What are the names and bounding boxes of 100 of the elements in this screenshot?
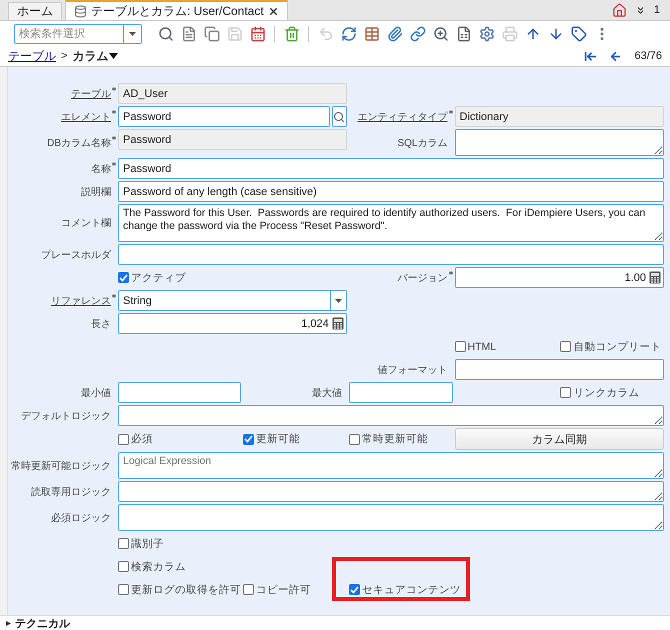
document-icon[interactable]	[180, 26, 196, 42]
checkbox[interactable]	[454, 341, 466, 352]
text-area[interactable]	[118, 481, 664, 502]
text-area[interactable]: The Password for this User. Passwords are required to identify authorized users. For iDempiere Users, you can change the password via the Process "Reset Password".	[118, 204, 664, 242]
search-button[interactable]	[332, 106, 347, 127]
checkbox-label[interactable]: セキュアコンテンツ	[362, 582, 461, 596]
field-label: DBカラム名称	[8, 136, 116, 150]
checkbox[interactable]	[243, 434, 254, 444]
checkbox-label[interactable]: 更新可能	[256, 432, 300, 446]
input-field[interactable]: Password	[118, 158, 664, 179]
input-field[interactable]: Password	[118, 106, 330, 127]
field-label[interactable]: リファレンス	[8, 294, 116, 308]
text-area[interactable]	[454, 129, 664, 156]
field-label: プレースホルダ	[40, 248, 112, 262]
number-value: 1.00	[624, 272, 647, 284]
checkbox[interactable]	[348, 434, 360, 444]
checkbox-label[interactable]: コピー許可	[256, 582, 311, 596]
report-icon[interactable]	[456, 26, 472, 42]
number-field[interactable]: 1.00	[454, 267, 664, 288]
field-label[interactable]: テーブル	[8, 86, 116, 100]
record-counter: 63/76	[634, 50, 662, 62]
zoom-icon[interactable]	[432, 26, 448, 42]
calculator-icon[interactable]	[332, 317, 344, 330]
text-area[interactable]	[118, 405, 664, 426]
field-label: 読取専用ロジック	[30, 486, 112, 498]
search-combobox[interactable]: 検索条件選択	[14, 24, 142, 44]
link-icon[interactable]	[410, 26, 426, 42]
breadcrumb-current[interactable]: カラム	[72, 48, 118, 64]
checkbox[interactable]	[560, 387, 572, 398]
checkbox[interactable]	[348, 584, 360, 595]
field-label: 常時更新可能ロジック	[10, 460, 112, 472]
field-label: 必須ロジック	[50, 512, 112, 524]
expand-icon[interactable]	[6, 620, 11, 626]
checkbox-label[interactable]: HTML	[468, 340, 496, 352]
checkbox-label[interactable]: 自動コンプリート	[573, 340, 662, 354]
checkbox[interactable]	[118, 538, 129, 549]
checkbox[interactable]	[243, 584, 254, 595]
first-record-icon[interactable]	[584, 50, 598, 62]
checkbox[interactable]	[118, 561, 129, 572]
checkbox-label[interactable]: 識別子	[131, 536, 164, 550]
number-value: 1,024	[300, 318, 330, 330]
settings-icon[interactable]	[478, 26, 494, 42]
checkbox-label[interactable]: 検索カラム	[131, 560, 186, 574]
table-icon[interactable]	[364, 26, 380, 42]
checkbox-label[interactable]: 常時更新可能	[362, 432, 428, 446]
checkbox-label[interactable]: 更新ログの取得を許可	[131, 582, 241, 596]
checkbox-label[interactable]: アクティブ	[131, 270, 186, 284]
select-field[interactable]: String	[118, 290, 347, 311]
input-field[interactable]	[118, 382, 241, 403]
tab[interactable]: テーブルとカラム: User/Contact	[65, 0, 288, 20]
required-icon	[112, 294, 116, 298]
arrow-left-icon[interactable]	[609, 50, 622, 62]
input-field[interactable]: Password	[118, 129, 347, 150]
field-label[interactable]: エンティティタイプ	[348, 110, 452, 124]
copy-icon[interactable]	[204, 26, 220, 42]
close-icon[interactable]	[268, 6, 279, 16]
field-label: 名称	[8, 162, 116, 176]
placeholder-text: 検索条件選択	[18, 26, 86, 41]
checkbox[interactable]	[560, 341, 572, 352]
caret-icon[interactable]	[334, 298, 342, 302]
chevrons-down-icon[interactable]	[634, 4, 646, 16]
input-field[interactable]: AD_User	[118, 83, 347, 104]
caret-icon[interactable]	[109, 53, 118, 59]
calculator-icon[interactable]	[649, 271, 661, 284]
input-field[interactable]	[118, 244, 664, 265]
sync-button[interactable]: カラム同期	[454, 428, 664, 450]
input-field[interactable]	[348, 382, 452, 403]
checkbox[interactable]	[118, 434, 129, 444]
field-label: SQLカラム	[396, 136, 448, 150]
tag-icon[interactable]	[570, 26, 586, 42]
checkbox-label[interactable]: 必須	[131, 432, 153, 446]
checkbox[interactable]	[118, 584, 129, 595]
field-label[interactable]: エレメント	[8, 110, 116, 124]
input-field[interactable]	[454, 359, 664, 380]
breadcrumb-link[interactable]: テーブル	[8, 48, 56, 64]
tab[interactable]: ホーム	[8, 2, 62, 20]
text-area[interactable]: Logical Expression	[118, 452, 664, 479]
field-label: 説明欄	[80, 186, 112, 198]
field-label: 最小値	[80, 386, 112, 400]
arrow-up-icon[interactable]	[524, 26, 540, 42]
trash-icon[interactable]	[284, 26, 300, 42]
home-icon[interactable]	[612, 2, 627, 18]
refresh-icon[interactable]	[340, 26, 356, 42]
input-field[interactable]: Dictionary	[454, 106, 664, 127]
caret-icon[interactable]	[129, 32, 136, 36]
input-field[interactable]: Password of any length (case sensitive)	[118, 181, 664, 202]
field-label: バージョン	[348, 270, 452, 284]
arrow-down-icon[interactable]	[548, 26, 564, 42]
number-field[interactable]: 1,024	[118, 313, 347, 334]
search-icon[interactable]	[333, 110, 346, 122]
required-icon	[112, 86, 116, 90]
paperclip-icon[interactable]	[386, 26, 402, 42]
calendar-icon[interactable]	[250, 26, 266, 42]
field-label: 長さ	[90, 318, 112, 330]
breadcrumb-separator: >	[61, 50, 68, 62]
section-header[interactable]: テクニカル	[0, 615, 670, 630]
checkbox-label[interactable]: リンクカラム	[573, 386, 640, 400]
search-icon[interactable]	[158, 26, 174, 42]
checkbox[interactable]	[118, 272, 129, 283]
text-area[interactable]	[118, 504, 664, 531]
